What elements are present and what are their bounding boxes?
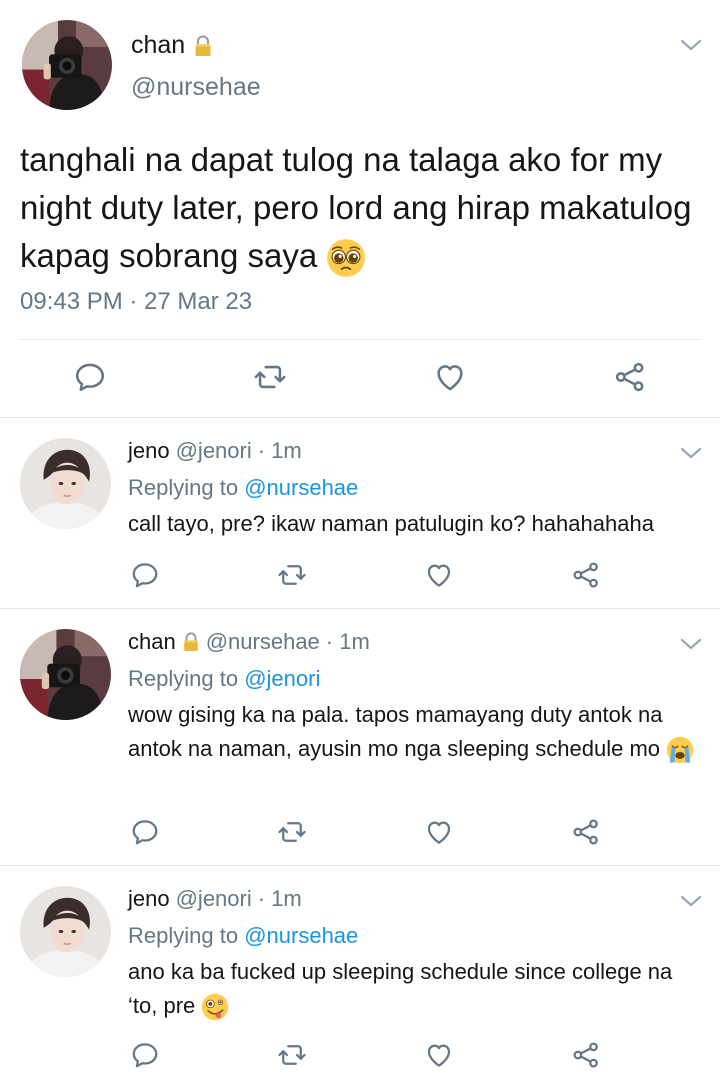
- chevron-down-icon[interactable]: [680, 446, 702, 460]
- display-name-text: chan: [131, 31, 186, 59]
- display-name[interactable]: chan: [131, 31, 213, 60]
- share-icon[interactable]: [571, 1040, 601, 1070]
- chevron-down-icon[interactable]: [680, 894, 702, 908]
- avatar[interactable]: [22, 20, 112, 110]
- handle[interactable]: @jenori: [176, 886, 252, 912]
- reply-text: call tayo, pre? ikaw naman patulugin ko?…: [128, 511, 654, 536]
- retweet-icon[interactable]: [253, 360, 287, 394]
- reply-icon[interactable]: [73, 360, 107, 394]
- reply-icon[interactable]: [130, 817, 160, 847]
- avatar-image: [20, 629, 111, 720]
- mention-link[interactable]: @nursehae: [244, 923, 358, 948]
- chevron-down-icon[interactable]: [680, 637, 702, 651]
- like-icon[interactable]: [433, 360, 467, 394]
- pleading-face-emoji-icon: [326, 238, 366, 278]
- retweet-icon[interactable]: [277, 560, 307, 590]
- like-icon[interactable]: [424, 1040, 454, 1070]
- timestamp: 09:43 PM · 27 Mar 23: [20, 288, 253, 315]
- time: · 1m: [325, 629, 370, 654]
- main-tweet: chan @nursehae tanghali na dapat tulog n…: [0, 0, 720, 418]
- reply-tweet: jeno @jenori · 1m Replying to @nursehae …: [0, 418, 720, 608]
- avatar-image: [20, 886, 111, 977]
- avatar-image: [20, 438, 111, 529]
- reply-icon[interactable]: [130, 1040, 160, 1070]
- avatar[interactable]: [20, 629, 111, 720]
- chevron-down-icon[interactable]: [680, 38, 702, 52]
- like-icon[interactable]: [424, 817, 454, 847]
- handle[interactable]: @nursehae: [206, 629, 320, 655]
- replying-to: Replying to @nursehae: [128, 475, 359, 500]
- share-icon[interactable]: [613, 360, 647, 394]
- handle[interactable]: @nursehae: [131, 73, 261, 102]
- replying-to: Replying to @nursehae: [128, 923, 359, 948]
- reply-header: jeno @jenori · 1m: [128, 438, 302, 464]
- reply-icon[interactable]: [130, 560, 160, 590]
- like-icon[interactable]: [424, 560, 454, 590]
- retweet-icon[interactable]: [277, 1040, 307, 1070]
- lock-icon: [193, 34, 213, 58]
- share-icon[interactable]: [571, 560, 601, 590]
- reply-header: chan @nursehae · 1m: [128, 629, 370, 655]
- zany-face-emoji-icon: [201, 993, 229, 1021]
- tweet-text: tanghali na dapat tulog na talaga ako fo…: [20, 136, 700, 280]
- display-name[interactable]: jeno: [128, 886, 170, 912]
- share-icon[interactable]: [571, 817, 601, 847]
- time: · 1m: [257, 438, 302, 463]
- retweet-icon[interactable]: [277, 817, 307, 847]
- mention-link[interactable]: @nursehae: [244, 475, 358, 500]
- reply-tweet: jeno @jenori · 1m Replying to @nursehae …: [0, 866, 720, 1085]
- mention-link[interactable]: @jenori: [244, 666, 320, 691]
- avatar-image: [22, 20, 112, 110]
- display-name[interactable]: chan: [128, 629, 176, 655]
- reply-tweet: chan @nursehae · 1m Replying to @jenori …: [0, 609, 720, 865]
- display-name[interactable]: jeno: [128, 438, 170, 464]
- reply-text: wow gising ka na pala. tapos mamayang du…: [128, 698, 700, 766]
- time: · 1m: [257, 886, 302, 911]
- divider: [20, 339, 700, 340]
- reply-header: jeno @jenori · 1m: [128, 886, 302, 912]
- reply-text: ano ka ba fucked up sleeping schedule si…: [128, 955, 700, 1023]
- avatar[interactable]: [20, 438, 111, 529]
- replying-to: Replying to @jenori: [128, 666, 321, 691]
- crying-face-emoji-icon: [666, 736, 694, 764]
- avatar[interactable]: [20, 886, 111, 977]
- lock-icon: [182, 631, 200, 653]
- handle[interactable]: @jenori: [176, 438, 252, 464]
